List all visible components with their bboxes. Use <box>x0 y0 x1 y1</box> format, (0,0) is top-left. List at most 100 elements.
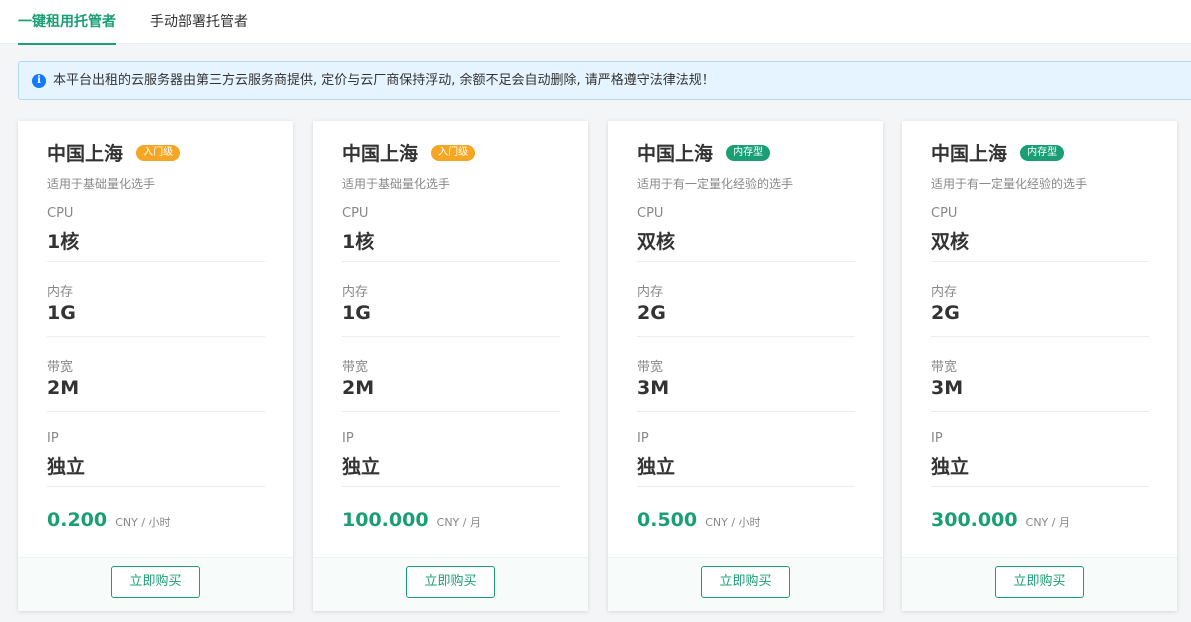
spec-value: 独立 <box>342 456 381 478</box>
divider <box>47 411 265 412</box>
spec-cpu: CPU 双核 <box>931 206 1149 281</box>
spec-bandwidth: 带宽 3M <box>931 356 1149 431</box>
price-unit: CNY / 月 <box>436 516 481 529</box>
spec-bandwidth: 带宽 2M <box>342 356 560 431</box>
spec-value: 2G <box>931 302 960 324</box>
price-row: 100.000 CNY / 月 <box>342 509 481 531</box>
divider <box>931 261 1149 262</box>
price-unit: CNY / 月 <box>1025 516 1070 529</box>
spec-value: 独立 <box>47 456 86 478</box>
spec-label: 带宽 <box>637 360 664 375</box>
spec-label: CPU <box>342 206 369 221</box>
notice-text: 本平台出租的云服务器由第三方云服务商提供, 定价与云厂商保持浮动, 余额不足会自… <box>53 73 715 88</box>
price-unit: CNY / 小时 <box>115 516 171 529</box>
spec-value: 独立 <box>931 456 970 478</box>
divider <box>637 336 855 337</box>
divider <box>931 486 1149 487</box>
tab-bar: 一键租用托管者 手动部署托管者 <box>0 0 1191 45</box>
spec-bandwidth: 带宽 3M <box>637 356 855 431</box>
spec-ip: IP 独立 <box>931 431 1149 506</box>
price-value: 100.000 <box>342 509 429 531</box>
spec-label: IP <box>342 431 354 446</box>
spec-label: CPU <box>931 206 958 221</box>
price-value: 0.500 <box>637 509 698 531</box>
plan-card: 中国上海 入门级 适用于基础量化选手 CPU 1核 内存 1G 带宽 2M IP… <box>18 121 293 611</box>
plan-card-footer: 立即购买 <box>608 557 883 611</box>
plan-description: 适用于有一定量化经验的选手 <box>931 177 1088 191</box>
buy-now-button[interactable]: 立即购买 <box>111 566 200 598</box>
spec-cpu: CPU 双核 <box>637 206 855 281</box>
spec-value: 2M <box>47 377 80 399</box>
plan-card: 中国上海 内存型 适用于有一定量化经验的选手 CPU 双核 内存 2G 带宽 3… <box>608 121 883 611</box>
spec-value: 双核 <box>931 231 970 253</box>
divider <box>47 336 265 337</box>
plan-card-footer: 立即购买 <box>313 557 588 611</box>
spec-cpu: CPU 1核 <box>47 206 265 281</box>
tab-one-click-rent[interactable]: 一键租用托管者 <box>18 0 116 45</box>
divider <box>931 411 1149 412</box>
divider <box>47 486 265 487</box>
plan-description: 适用于基础量化选手 <box>47 177 156 191</box>
spec-ip: IP 独立 <box>47 431 265 506</box>
plan-title: 中国上海 <box>342 143 419 165</box>
spec-memory: 内存 1G <box>342 281 560 356</box>
spec-value: 1核 <box>342 231 375 253</box>
spec-label: IP <box>931 431 943 446</box>
spec-ip: IP 独立 <box>637 431 855 506</box>
spec-label: CPU <box>47 206 74 221</box>
plan-description: 适用于基础量化选手 <box>342 177 451 191</box>
plan-description: 适用于有一定量化经验的选手 <box>637 177 794 191</box>
spec-label: IP <box>47 431 59 446</box>
price-row: 0.500 CNY / 小时 <box>637 509 761 531</box>
spec-value: 1G <box>47 302 76 324</box>
spec-label: 内存 <box>342 285 369 300</box>
spec-ip: IP 独立 <box>342 431 560 506</box>
buy-now-button[interactable]: 立即购买 <box>701 566 790 598</box>
spec-value: 独立 <box>637 456 676 478</box>
divider <box>342 261 560 262</box>
spec-memory: 内存 1G <box>47 281 265 356</box>
spec-label: 带宽 <box>931 360 958 375</box>
spec-value: 2G <box>637 302 666 324</box>
divider <box>637 486 855 487</box>
plan-card-footer: 立即购买 <box>902 557 1177 611</box>
plan-title-row: 中国上海 入门级 <box>342 139 476 165</box>
spec-value: 1核 <box>47 231 80 253</box>
tab-manual-deploy[interactable]: 手动部署托管者 <box>150 0 248 44</box>
spec-label: 内存 <box>931 285 958 300</box>
tab-label: 一键租用托管者 <box>18 14 116 30</box>
buy-now-button[interactable]: 立即购买 <box>995 566 1084 598</box>
spec-label: 带宽 <box>47 360 74 375</box>
spec-value: 双核 <box>637 231 676 253</box>
divider <box>342 486 560 487</box>
notice-banner: i 本平台出租的云服务器由第三方云服务商提供, 定价与云厂商保持浮动, 余额不足… <box>18 61 1191 100</box>
plan-badge: 内存型 <box>726 144 771 161</box>
plan-badge: 入门级 <box>136 144 181 161</box>
spec-label: CPU <box>637 206 664 221</box>
price-row: 0.200 CNY / 小时 <box>47 509 171 531</box>
divider <box>931 336 1149 337</box>
plan-badge: 入门级 <box>431 144 476 161</box>
plan-badge: 内存型 <box>1020 144 1065 161</box>
spec-label: 内存 <box>637 285 664 300</box>
spec-value: 1G <box>342 302 371 324</box>
price-row: 300.000 CNY / 月 <box>931 509 1070 531</box>
plan-title: 中国上海 <box>47 143 124 165</box>
divider <box>637 261 855 262</box>
divider <box>342 336 560 337</box>
price-unit: CNY / 小时 <box>705 516 761 529</box>
plan-title-row: 中国上海 内存型 <box>931 139 1065 165</box>
spec-memory: 内存 2G <box>637 281 855 356</box>
divider <box>47 261 265 262</box>
spec-value: 3M <box>637 377 670 399</box>
plan-title: 中国上海 <box>931 143 1008 165</box>
divider <box>637 411 855 412</box>
spec-memory: 内存 2G <box>931 281 1149 356</box>
tab-label: 手动部署托管者 <box>150 14 248 30</box>
buy-now-button[interactable]: 立即购买 <box>406 566 495 598</box>
spec-label: 内存 <box>47 285 74 300</box>
divider <box>342 411 560 412</box>
spec-value: 3M <box>931 377 964 399</box>
plan-card: 中国上海 入门级 适用于基础量化选手 CPU 1核 内存 1G 带宽 2M IP… <box>313 121 588 611</box>
plan-title-row: 中国上海 内存型 <box>637 139 771 165</box>
